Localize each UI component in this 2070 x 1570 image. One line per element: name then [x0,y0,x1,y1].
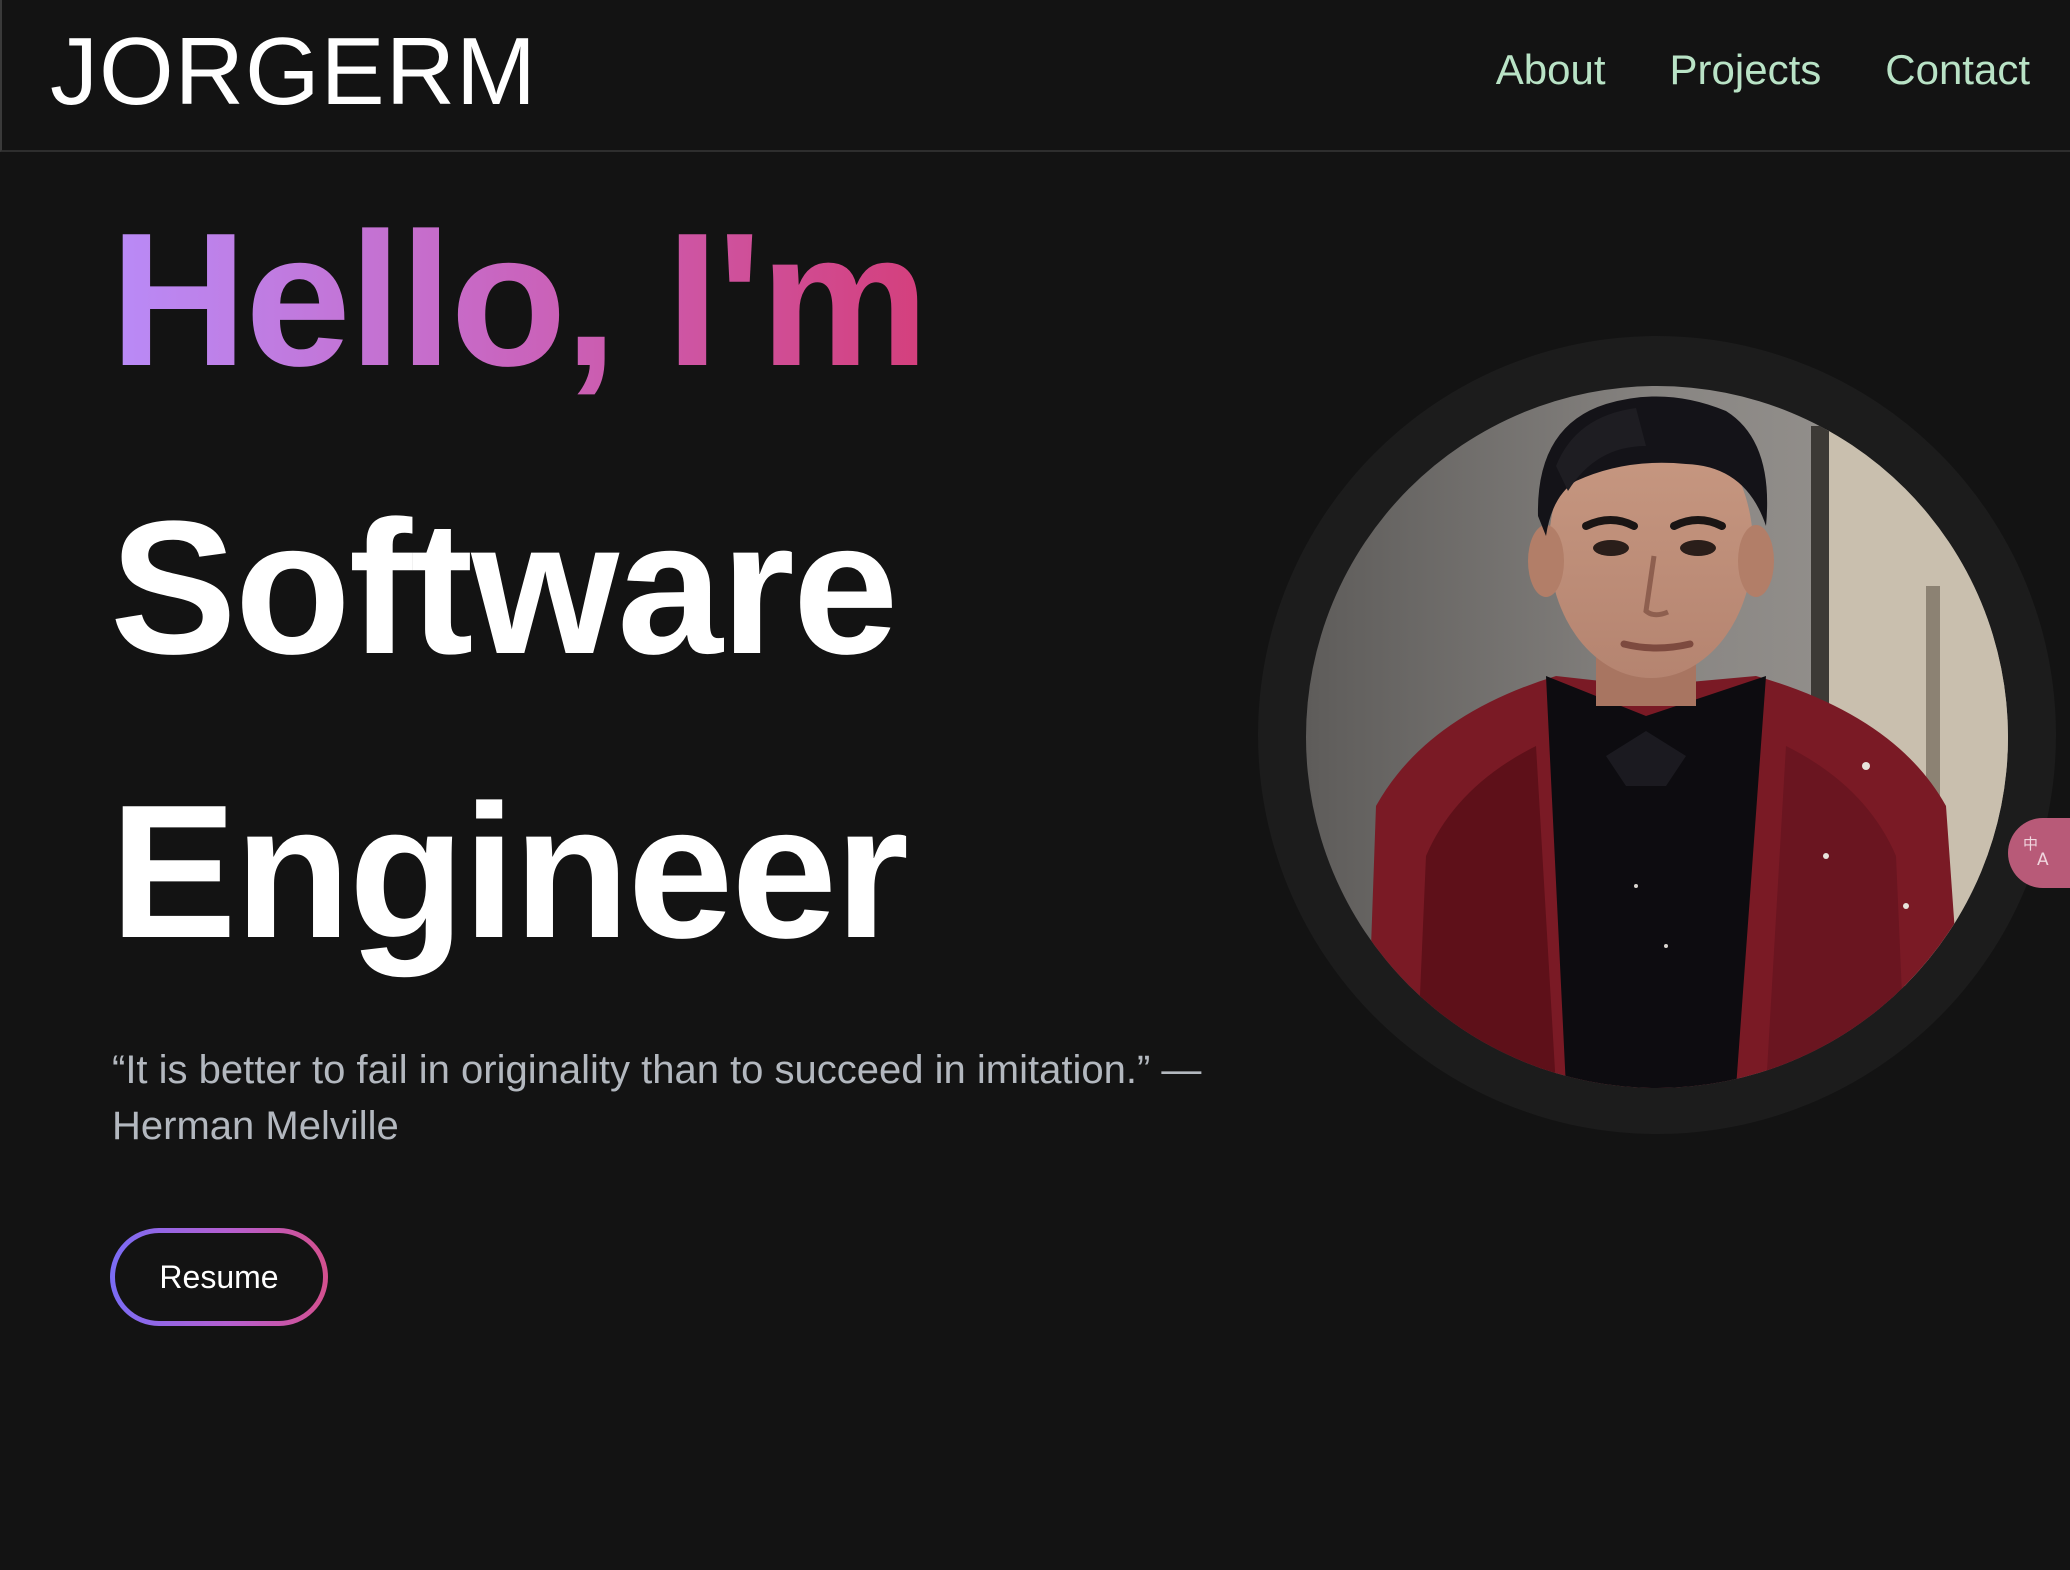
hero-quote: “It is better to fail in originality tha… [112,1042,1352,1154]
svg-text:中: 中 [2023,835,2038,853]
quote-author: Herman Melville [112,1104,399,1148]
nav-link-about[interactable]: About [1496,44,1606,96]
svg-text:A: A [2037,850,2049,869]
brand-logo[interactable]: JORGERM [50,22,537,122]
nav-link-projects[interactable]: Projects [1670,44,1822,96]
nav-link-contact[interactable]: Contact [1885,44,2030,96]
hero-greeting: Hello, I'm [110,190,929,410]
hero-title-line1: Software [110,482,898,694]
nav-links: About Projects Contact [1496,44,2030,96]
hero-title-line2: Engineer [110,766,909,978]
resume-button[interactable]: Resume [110,1228,328,1326]
translate-button[interactable]: 中 A [2008,818,2070,888]
quote-line1: “It is better to fail in originality tha… [112,1048,1202,1092]
profile-photo [1306,386,2008,1088]
navbar: JORGERM About Projects Contact [0,0,2070,152]
translate-icon: 中 A [2021,833,2057,874]
resume-button-label: Resume [115,1233,323,1321]
